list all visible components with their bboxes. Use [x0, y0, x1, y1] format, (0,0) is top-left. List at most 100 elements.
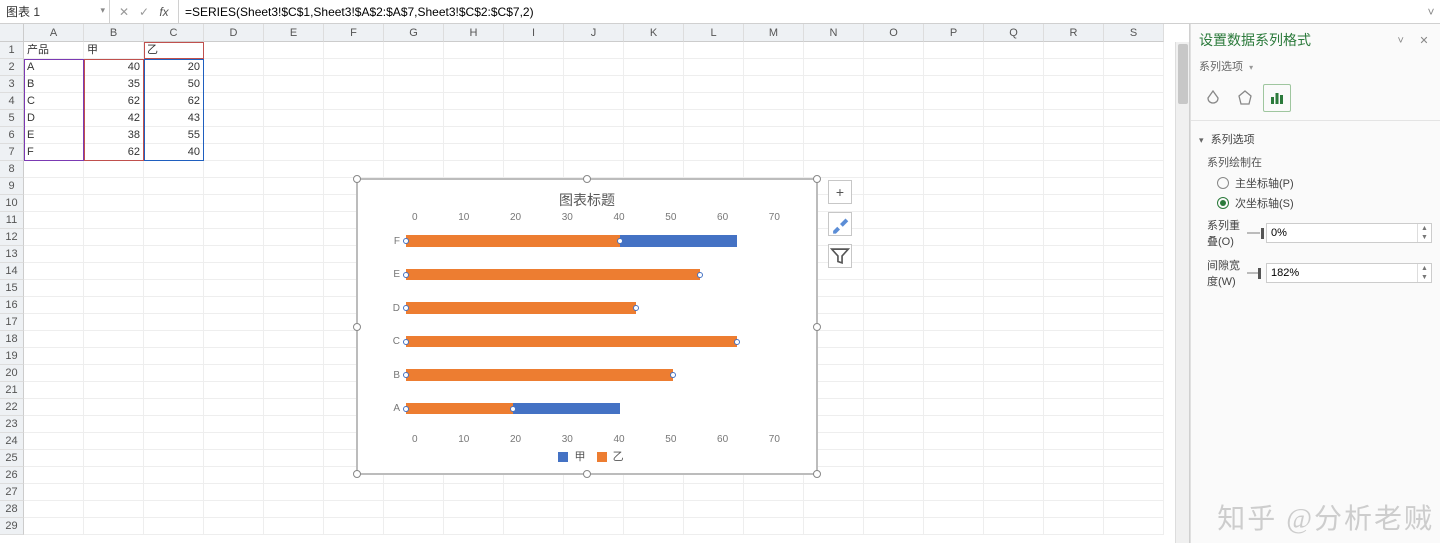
cell[interactable]: [264, 76, 324, 93]
cell[interactable]: [1104, 518, 1164, 535]
cell[interactable]: [1044, 450, 1104, 467]
cell[interactable]: 40: [84, 59, 144, 76]
cell[interactable]: [1104, 484, 1164, 501]
cell[interactable]: [924, 433, 984, 450]
cell[interactable]: [324, 518, 384, 535]
cell[interactable]: [624, 161, 684, 178]
cell[interactable]: [744, 144, 804, 161]
cell[interactable]: [984, 144, 1044, 161]
cell[interactable]: [444, 76, 504, 93]
cell[interactable]: [1044, 399, 1104, 416]
cell[interactable]: [204, 382, 264, 399]
cell[interactable]: [84, 433, 144, 450]
cell[interactable]: [624, 110, 684, 127]
cell[interactable]: [1104, 382, 1164, 399]
cell[interactable]: [864, 348, 924, 365]
cell[interactable]: [1104, 144, 1164, 161]
cell[interactable]: [144, 178, 204, 195]
cell[interactable]: [24, 348, 84, 365]
column-header[interactable]: F: [324, 24, 384, 42]
overlap-value[interactable]: [1267, 227, 1417, 239]
chevron-down-icon[interactable]: ▾: [100, 5, 105, 16]
cell[interactable]: [144, 212, 204, 229]
cell[interactable]: [684, 93, 744, 110]
cell[interactable]: [264, 263, 324, 280]
cell[interactable]: [624, 501, 684, 518]
row-header[interactable]: 23: [0, 416, 24, 433]
cell[interactable]: [144, 450, 204, 467]
cell[interactable]: [384, 76, 444, 93]
cell[interactable]: [984, 416, 1044, 433]
cell[interactable]: [144, 365, 204, 382]
cell[interactable]: [204, 144, 264, 161]
cell[interactable]: [1104, 331, 1164, 348]
cell[interactable]: [924, 212, 984, 229]
cell[interactable]: [264, 416, 324, 433]
cell[interactable]: [924, 110, 984, 127]
cell[interactable]: [24, 518, 84, 535]
row-header[interactable]: 1: [0, 42, 24, 59]
cell[interactable]: 乙: [144, 42, 204, 59]
cell[interactable]: [924, 178, 984, 195]
cell[interactable]: [984, 59, 1044, 76]
cell[interactable]: [264, 433, 324, 450]
formula-input[interactable]: [179, 0, 1422, 23]
cell[interactable]: [684, 59, 744, 76]
cell[interactable]: [1104, 59, 1164, 76]
cell[interactable]: [24, 212, 84, 229]
cell[interactable]: [1044, 212, 1104, 229]
cell[interactable]: [204, 331, 264, 348]
cell[interactable]: [264, 399, 324, 416]
column-header[interactable]: A: [24, 24, 84, 42]
cell[interactable]: [504, 501, 564, 518]
gap-slider[interactable]: [1247, 269, 1260, 277]
cell[interactable]: [924, 365, 984, 382]
vertical-scrollbar[interactable]: [1175, 42, 1189, 543]
cell[interactable]: [204, 433, 264, 450]
cell[interactable]: [204, 348, 264, 365]
series-options-icon[interactable]: [1263, 84, 1291, 112]
cell[interactable]: [384, 59, 444, 76]
cell[interactable]: 62: [84, 93, 144, 110]
cell[interactable]: [984, 195, 1044, 212]
row-header[interactable]: 14: [0, 263, 24, 280]
cell[interactable]: [84, 246, 144, 263]
cell[interactable]: [984, 518, 1044, 535]
row-header[interactable]: 6: [0, 127, 24, 144]
cell[interactable]: [864, 178, 924, 195]
cell[interactable]: [984, 127, 1044, 144]
cell[interactable]: [204, 161, 264, 178]
cell[interactable]: [264, 348, 324, 365]
cell[interactable]: [24, 433, 84, 450]
cell[interactable]: [204, 450, 264, 467]
chart-elements-button[interactable]: +: [828, 180, 852, 204]
cell[interactable]: [444, 161, 504, 178]
cell[interactable]: [924, 280, 984, 297]
cell[interactable]: 62: [144, 93, 204, 110]
cell[interactable]: [324, 42, 384, 59]
resize-handle[interactable]: [813, 323, 821, 331]
cell[interactable]: [864, 433, 924, 450]
cell[interactable]: [984, 263, 1044, 280]
row-header[interactable]: 28: [0, 501, 24, 518]
column-header[interactable]: N: [804, 24, 864, 42]
column-headers[interactable]: ABCDEFGHIJKLMNOPQRS: [24, 24, 1164, 42]
spin-up-icon[interactable]: ▲: [1418, 224, 1431, 233]
cell[interactable]: [204, 229, 264, 246]
cell[interactable]: F: [24, 144, 84, 161]
column-header[interactable]: L: [684, 24, 744, 42]
cell[interactable]: [1044, 518, 1104, 535]
cell[interactable]: [84, 178, 144, 195]
cell[interactable]: [744, 484, 804, 501]
row-header[interactable]: 9: [0, 178, 24, 195]
resize-handle[interactable]: [813, 470, 821, 478]
panel-dropdown[interactable]: 系列选项 ▾: [1191, 56, 1440, 80]
cell[interactable]: [504, 76, 564, 93]
chart-plot[interactable]: 010203040506070 FEDCBA 010203040506070: [384, 212, 790, 445]
cell[interactable]: [924, 501, 984, 518]
resize-handle[interactable]: [813, 175, 821, 183]
cell[interactable]: [204, 246, 264, 263]
cell[interactable]: [1104, 280, 1164, 297]
cell[interactable]: [144, 348, 204, 365]
cell[interactable]: [684, 42, 744, 59]
